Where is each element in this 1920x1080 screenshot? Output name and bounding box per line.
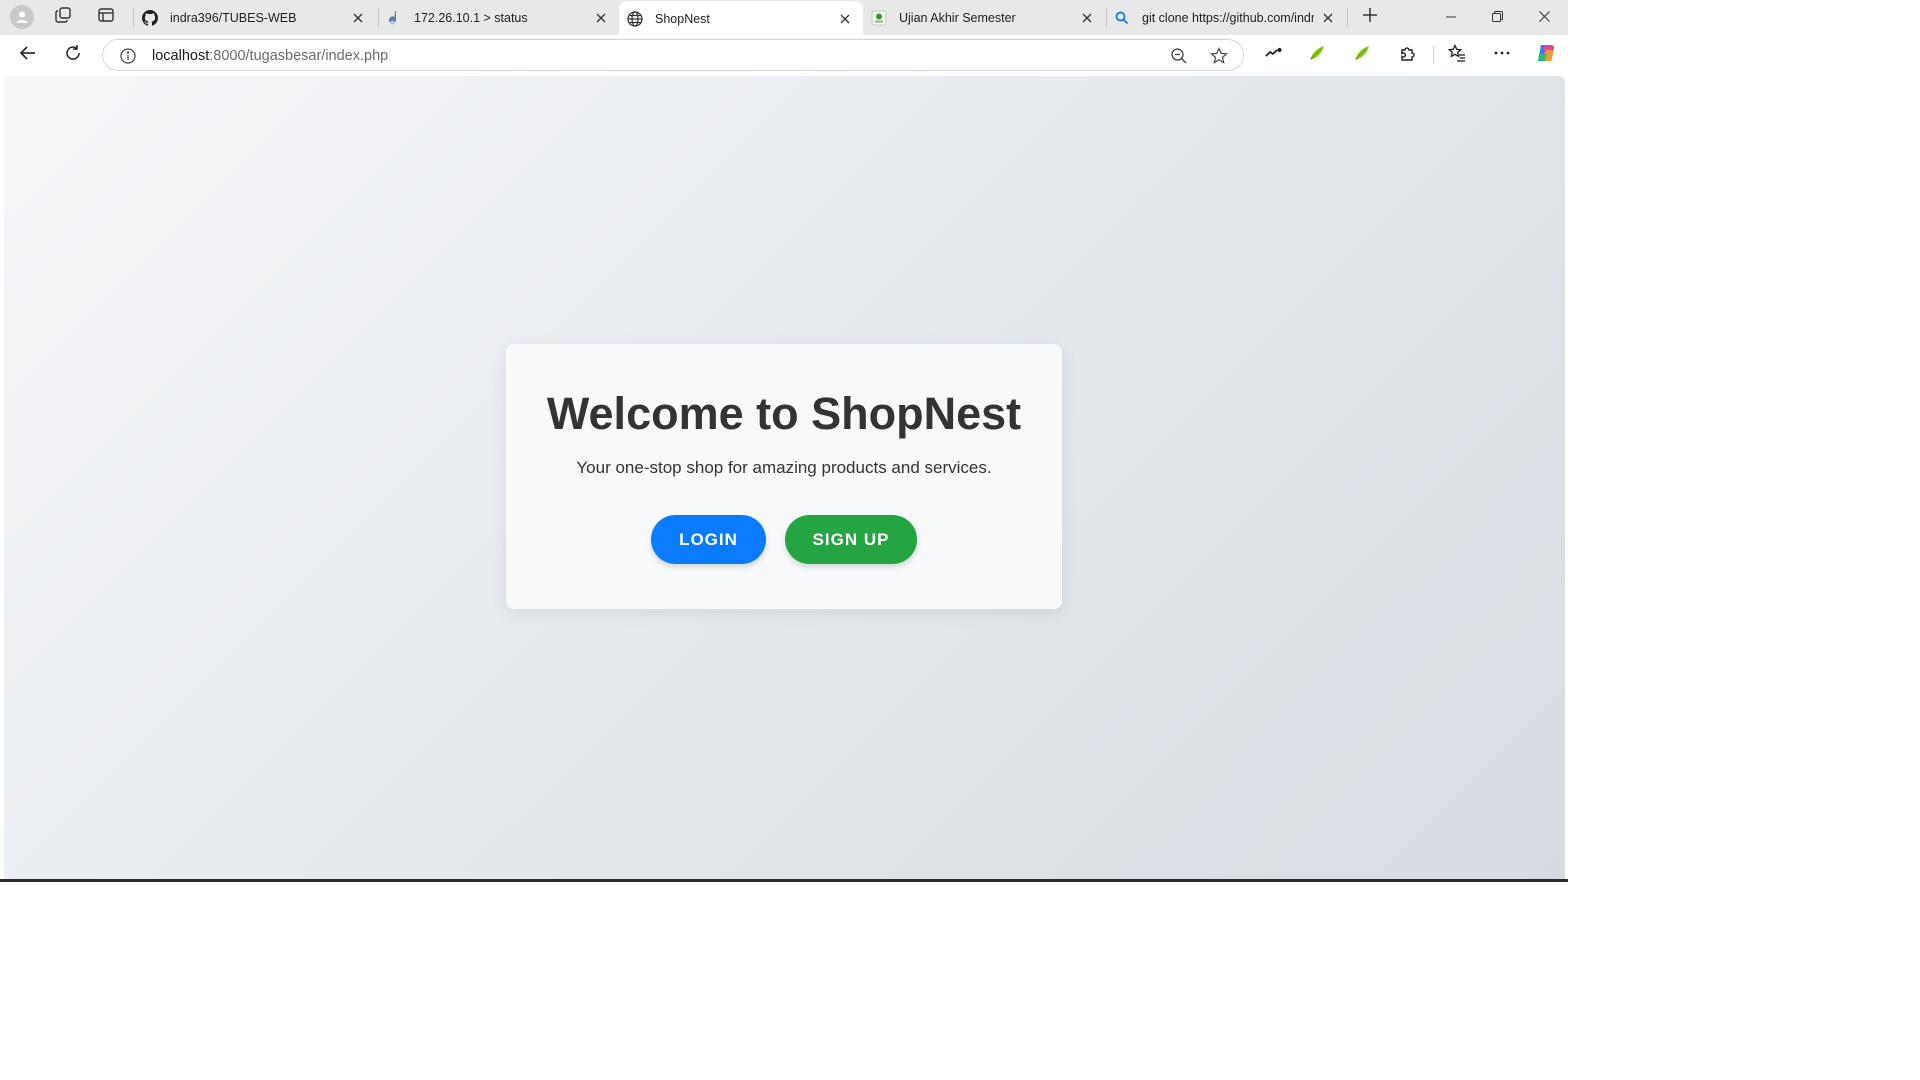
close-icon[interactable]: [837, 11, 853, 27]
back-button[interactable]: [12, 39, 44, 71]
minimize-button[interactable]: [1428, 0, 1474, 35]
toolbar-divider: [1433, 46, 1434, 64]
extension-button-2[interactable]: [1301, 39, 1333, 71]
copilot-icon: [1535, 42, 1557, 69]
tab-separator: [1347, 8, 1348, 27]
url-path: :8000/tugasbesar/index.php: [209, 48, 389, 64]
extension-button-1[interactable]: [1257, 39, 1289, 71]
extensions-button[interactable]: [1392, 39, 1424, 71]
tab-router-status[interactable]: 172.26.10.1 > status: [378, 0, 619, 35]
tab-github[interactable]: indra396/TUBES-WEB: [134, 0, 376, 35]
profile-avatar-icon: [10, 5, 34, 29]
close-icon: [1538, 9, 1550, 27]
tab-title: git clone https://github.com/indra396/TU…: [1142, 10, 1314, 25]
zoom-out-icon[interactable]: [1169, 46, 1189, 66]
url-host: localhost: [152, 48, 210, 64]
reload-button[interactable]: [57, 39, 89, 71]
globe-icon: [627, 10, 643, 27]
close-icon[interactable]: [1320, 10, 1336, 26]
tab-strip: indra396/TUBES-WEB 172.26.10.1 > status …: [0, 0, 1568, 36]
vertical-tabs-icon: [97, 6, 115, 29]
back-arrow-icon: [19, 44, 37, 67]
minimize-icon: [1446, 9, 1456, 27]
trend-line-icon: [1264, 44, 1282, 67]
welcome-card: Welcome to ShopNest Your one-stop shop f…: [506, 344, 1062, 609]
new-tab-button[interactable]: [1355, 3, 1385, 31]
copilot-button[interactable]: [1530, 39, 1562, 71]
extension-button-3[interactable]: [1346, 39, 1378, 71]
settings-menu-button[interactable]: [1486, 39, 1518, 71]
workspaces-icon: [54, 6, 72, 29]
close-icon[interactable]: [1079, 10, 1095, 26]
restore-button[interactable]: [1474, 0, 1520, 35]
tab-shopnest[interactable]: ShopNest: [619, 1, 863, 36]
browser-toolbar: localhost:8000/tugasbesar/index.php: [0, 35, 1568, 75]
address-bar[interactable]: localhost:8000/tugasbesar/index.php: [102, 39, 1244, 71]
more-dots-icon: [1493, 44, 1511, 67]
signup-button[interactable]: SIGN UP: [785, 515, 917, 564]
green-leaf-extension-icon: [1353, 44, 1371, 67]
tab-search[interactable]: git clone https://github.com/indra396/TU…: [1106, 0, 1346, 35]
close-icon[interactable]: [593, 10, 609, 26]
login-button[interactable]: LOGIN: [651, 515, 766, 564]
close-window-button[interactable]: [1521, 0, 1567, 35]
puzzle-piece-icon: [1399, 44, 1417, 67]
tab-actions-button[interactable]: [91, 3, 121, 31]
favorites-button[interactable]: [1441, 39, 1473, 71]
tab-title: indra396/TUBES-WEB: [170, 10, 297, 25]
plus-icon: [1362, 7, 1378, 28]
workspaces-button[interactable]: [48, 3, 78, 31]
page-title: Welcome to ShopNest: [546, 388, 1022, 439]
router-status-icon: [386, 10, 402, 26]
restore-icon: [1491, 9, 1503, 27]
reload-icon: [64, 44, 82, 67]
tab-title: ShopNest: [655, 11, 710, 26]
profile-button[interactable]: [7, 3, 37, 31]
close-icon[interactable]: [350, 10, 366, 26]
tab-title: 172.26.10.1 > status: [414, 10, 528, 25]
tab-ujian[interactable]: Ujian Akhir Semester: [863, 0, 1105, 35]
green-leaf-extension-icon: [1308, 44, 1326, 67]
search-icon: [1114, 10, 1130, 26]
favorite-star-icon[interactable]: [1209, 46, 1229, 66]
window-bottom-edge: [0, 879, 1568, 882]
info-icon[interactable]: [119, 47, 137, 65]
github-icon: [142, 9, 158, 26]
url-text[interactable]: localhost:8000/tugasbesar/index.php: [152, 48, 388, 64]
page-subtitle: Your one-stop shop for amazing products …: [576, 458, 992, 477]
favorites-list-icon: [1447, 43, 1466, 67]
university-logo-icon: [871, 10, 887, 26]
page-viewport: Welcome to ShopNest Your one-stop shop f…: [4, 76, 1565, 879]
tab-title: Ujian Akhir Semester: [899, 10, 1016, 25]
